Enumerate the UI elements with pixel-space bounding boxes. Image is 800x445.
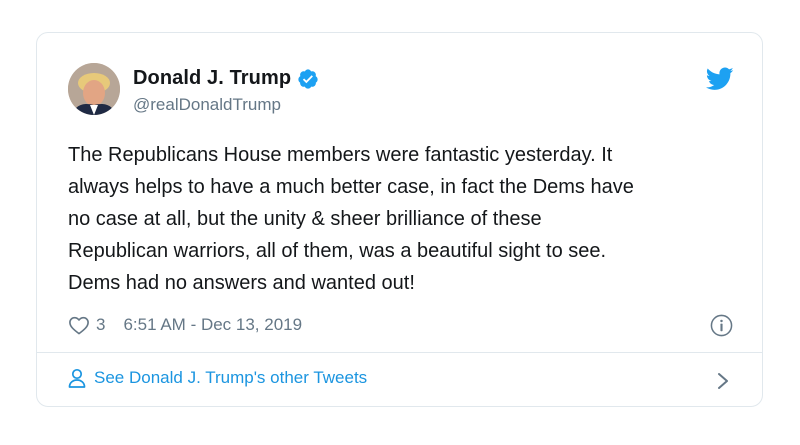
tweet-text-line: Dems had no answers and wanted out! [68, 272, 415, 294]
verified-badge-icon [297, 68, 319, 90]
author-name[interactable]: Donald J. Trump [133, 67, 291, 90]
tweet-text-line: no case at all, but the unity & sheer br… [68, 208, 542, 230]
tweet-text-line: Republican warriors, all of them, was a … [68, 240, 607, 262]
tweet-text-line: The Republicans House members were fanta… [68, 144, 613, 166]
see-other-tweets-link[interactable]: See Donald J. Trump's other Tweets [68, 368, 367, 388]
avatar[interactable] [68, 63, 120, 115]
author-name-row: Donald J. Trump [133, 67, 319, 90]
tweet-text-line: always helps to have a much better case,… [68, 176, 634, 198]
divider [37, 352, 762, 353]
heart-icon[interactable] [68, 315, 90, 335]
like-count: 3 [96, 315, 106, 334]
tweet-meta: 3 6:51 AM - Dec 13, 2019 [68, 313, 302, 337]
chevron-right-icon[interactable] [716, 371, 730, 391]
person-icon [68, 368, 86, 388]
info-icon[interactable] [710, 314, 733, 337]
see-other-tweets-label: See Donald J. Trump's other Tweets [94, 368, 368, 387]
tweet-card[interactable]: Donald J. Trump @realDonaldTrump The Rep… [36, 32, 763, 407]
tweet-timestamp[interactable]: 6:51 AM - Dec 13, 2019 [123, 315, 302, 335]
tweet-text: The Republicans House members were fanta… [68, 139, 733, 299]
author-handle[interactable]: @realDonaldTrump [133, 95, 281, 115]
twitter-bird-icon[interactable] [705, 67, 734, 91]
